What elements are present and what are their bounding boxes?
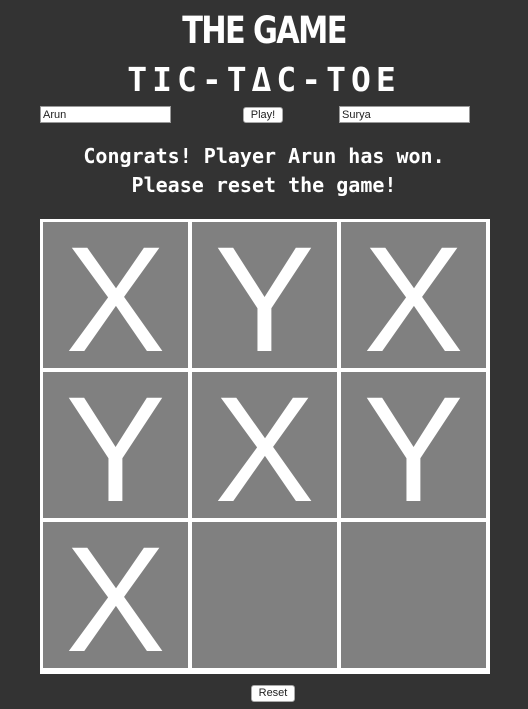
cell-mark: X <box>65 222 166 368</box>
board-cell-2[interactable]: Y <box>192 222 337 368</box>
player2-name-input[interactable] <box>339 106 470 123</box>
status-message: Congrats! Player Arun has won. Please re… <box>0 142 528 200</box>
cell-mark: Y <box>363 372 464 518</box>
board-cell-3[interactable]: X <box>341 222 486 368</box>
board-cell-1[interactable]: X <box>43 222 188 368</box>
cell-mark: Y <box>65 372 166 518</box>
reset-button[interactable]: Reset <box>251 685 295 702</box>
board-cell-6[interactable]: Y <box>341 372 486 518</box>
cell-mark: X <box>214 372 315 518</box>
game-page: THE GAME TIC-TΔC-TOE Play! Congrats! Pla… <box>0 0 528 709</box>
status-line-reset-prompt: Please reset the game! <box>131 173 397 197</box>
board-cell-9[interactable] <box>341 522 486 668</box>
board-cell-7[interactable]: X <box>43 522 188 668</box>
board-cell-4[interactable]: Y <box>43 372 188 518</box>
game-title: THE GAME <box>182 9 347 52</box>
game-board: X Y X Y X Y X <box>40 219 490 674</box>
board-cell-5[interactable]: X <box>192 372 337 518</box>
board-cell-8[interactable] <box>192 522 337 668</box>
play-button[interactable]: Play! <box>243 107 283 123</box>
player1-name-input[interactable] <box>40 106 171 123</box>
cell-mark: Y <box>214 222 315 368</box>
cell-mark: X <box>65 522 166 668</box>
status-line-winner: Congrats! Player Arun has won. <box>83 144 445 168</box>
game-subtitle: TIC-TΔC-TOE <box>127 60 401 99</box>
cell-mark: X <box>363 222 464 368</box>
